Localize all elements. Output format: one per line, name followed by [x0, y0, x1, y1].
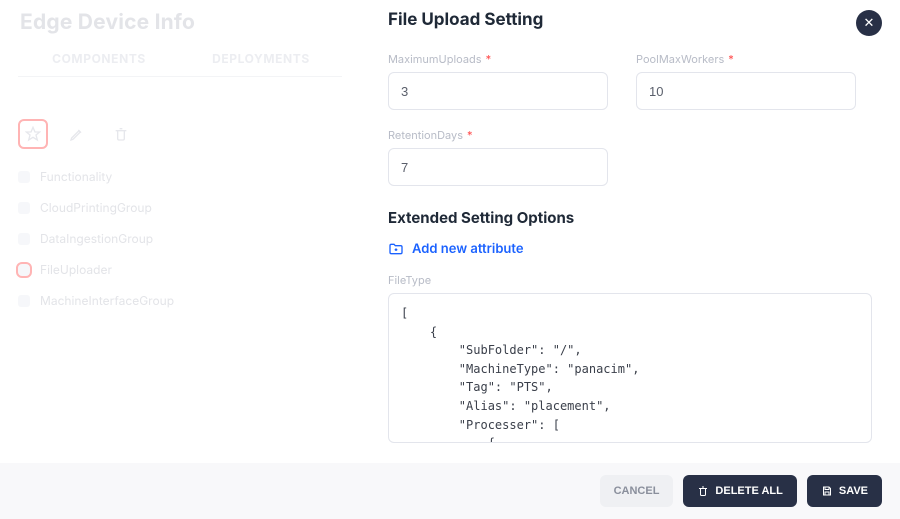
close-button[interactable]: ✕ [856, 10, 882, 36]
filetype-textarea[interactable]: [ { "SubFolder": "/", "MachineType": "pa… [388, 293, 872, 443]
page-title: Edge Device Info [20, 10, 342, 35]
list-item[interactable]: FileUploader [18, 254, 342, 285]
save-icon [821, 485, 833, 497]
required-icon: * [486, 52, 492, 66]
field-label: MaximumUploads * [388, 52, 608, 66]
panel-title: File Upload Setting [388, 10, 872, 30]
retention-days-input[interactable] [388, 148, 608, 186]
list-item[interactable]: CloudPrintingGroup [18, 192, 342, 223]
checkbox-icon[interactable] [18, 295, 30, 307]
star-icon-box[interactable] [18, 119, 48, 149]
list-item[interactable]: Functionality [18, 161, 342, 192]
list-item-label: FileUploader [40, 262, 112, 277]
maximum-uploads-input[interactable] [388, 72, 608, 110]
app-root: Edge Device Info COMPONENTS DEPLOYMENTS … [0, 0, 900, 519]
button-label: SAVE [839, 485, 868, 497]
delete-icon-box[interactable] [106, 119, 136, 149]
trash-icon [113, 126, 129, 142]
pencil-icon [69, 126, 85, 142]
field-label: RetentionDays * [388, 128, 608, 142]
list-item-label: CloudPrintingGroup [40, 200, 152, 215]
component-list: Functionality CloudPrintingGroup DataIng… [18, 161, 342, 316]
required-icon: * [467, 128, 473, 142]
label-text: MaximumUploads [388, 52, 482, 66]
field-retention-days: RetentionDays * [388, 128, 608, 186]
toolbar [18, 119, 342, 149]
checkbox-icon[interactable] [18, 233, 30, 245]
list-item[interactable]: DataIngestionGroup [18, 223, 342, 254]
required-icon: * [728, 52, 734, 66]
cancel-button[interactable]: CANCEL [600, 475, 674, 507]
add-attribute-label: Add new attribute [412, 241, 524, 257]
checkbox-icon[interactable] [18, 171, 30, 183]
trash-icon [697, 485, 709, 497]
field-label: PoolMaxWorkers * [636, 52, 856, 66]
field-pool-max-workers: PoolMaxWorkers * [636, 52, 856, 110]
list-item[interactable]: MachineInterfaceGroup [18, 285, 342, 316]
filetype-label: FileType [388, 273, 872, 287]
button-label: DELETE ALL [715, 485, 782, 497]
list-item-label: Functionality [40, 169, 112, 184]
folder-plus-icon [388, 241, 404, 257]
close-icon: ✕ [864, 15, 875, 31]
delete-all-button[interactable]: DELETE ALL [683, 475, 796, 507]
list-item-label: MachineInterfaceGroup [40, 293, 174, 308]
star-icon [25, 126, 41, 142]
add-attribute-button[interactable]: Add new attribute [388, 241, 872, 257]
checkbox-icon[interactable] [18, 202, 30, 214]
label-text: PoolMaxWorkers [636, 52, 724, 66]
pool-max-workers-input[interactable] [636, 72, 856, 110]
edit-icon-box[interactable] [62, 119, 92, 149]
field-maximum-uploads: MaximumUploads * [388, 52, 608, 110]
settings-panel: ✕ File Upload Setting MaximumUploads * Po… [360, 0, 900, 519]
button-label: CANCEL [614, 485, 660, 497]
list-item-label: DataIngestionGroup [40, 231, 153, 246]
label-text: RetentionDays [388, 128, 463, 142]
left-panel: Edge Device Info COMPONENTS DEPLOYMENTS … [0, 0, 360, 519]
tab-components[interactable]: COMPONENTS [18, 45, 180, 76]
save-button[interactable]: SAVE [807, 475, 882, 507]
tabs: COMPONENTS DEPLOYMENTS [18, 45, 342, 77]
form: MaximumUploads * PoolMaxWorkers * Retentio… [388, 52, 872, 186]
extended-options-heading: Extended Setting Options [388, 208, 872, 227]
footer: CANCEL DELETE ALL SAVE [0, 463, 900, 519]
tab-deployments[interactable]: DEPLOYMENTS [180, 45, 342, 76]
checkbox-icon[interactable] [18, 264, 30, 276]
